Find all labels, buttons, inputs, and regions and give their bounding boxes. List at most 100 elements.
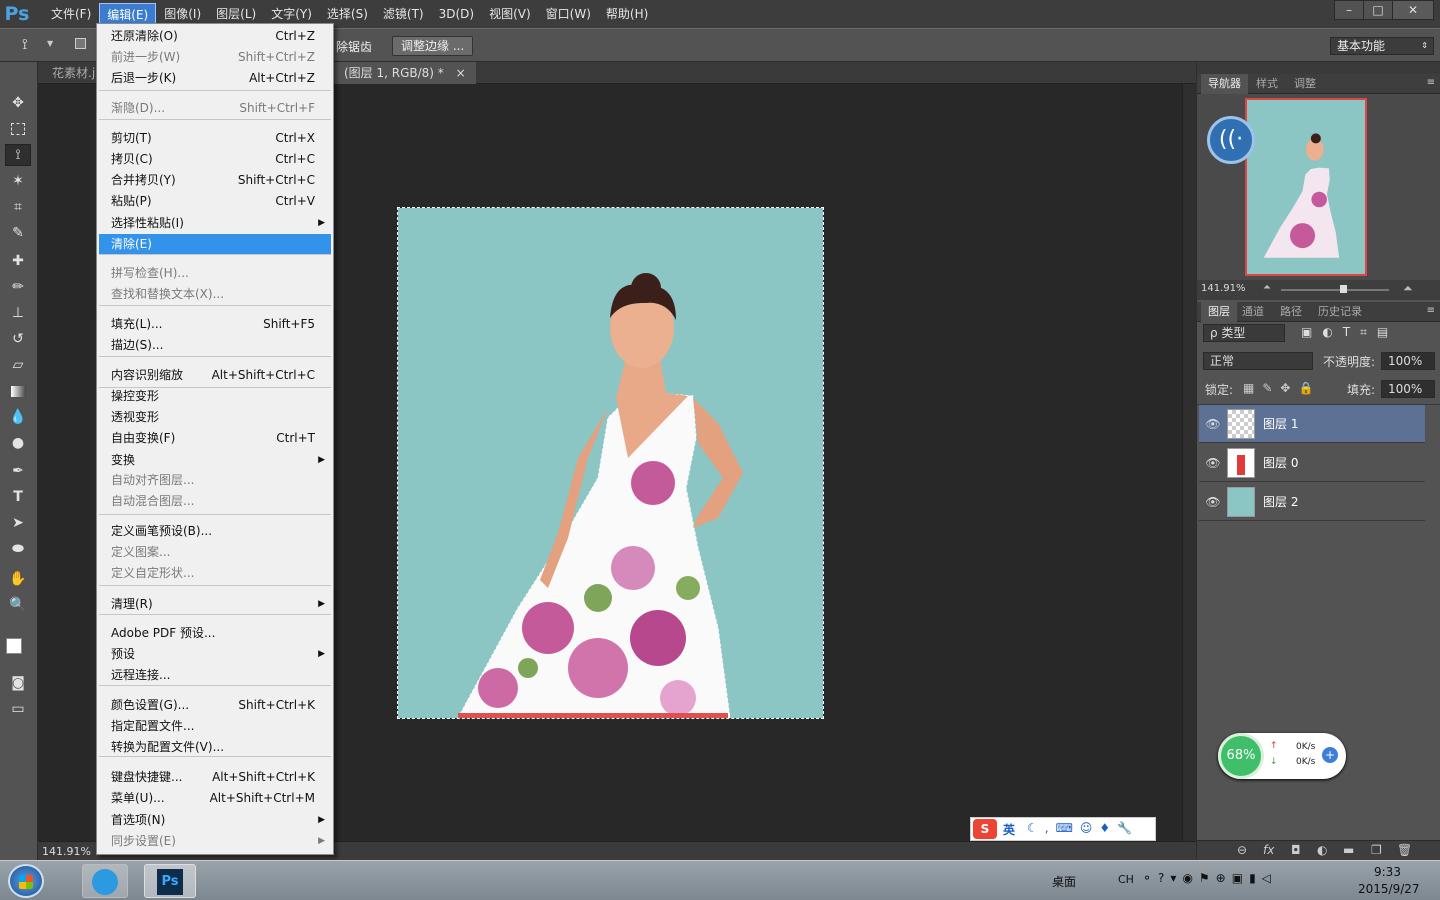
panel-menu-icon[interactable]: ≡: [1427, 77, 1435, 88]
tab-styles[interactable]: 样式: [1249, 74, 1285, 94]
menu-filter[interactable]: 滤镜(T): [376, 3, 431, 25]
clock-time[interactable]: 9:33: [1374, 865, 1401, 879]
filter-icons[interactable]: ▣◐T⌗▤: [1301, 325, 1398, 340]
lasso-preset-icon[interactable]: ⟟: [22, 35, 42, 55]
tab-paths[interactable]: 路径: [1273, 302, 1309, 322]
desktop-toolbar-label[interactable]: 桌面: [1052, 873, 1076, 890]
plus-icon[interactable]: +: [1322, 747, 1338, 763]
ime-tool-icons[interactable]: ☾,⌨☺♦🔧: [1027, 821, 1139, 835]
edit-menu-item[interactable]: 还原清除(O) Ctrl+Z: [99, 26, 331, 46]
zoom-slider-handle[interactable]: [1340, 285, 1347, 293]
edit-menu-item[interactable]: 首选项(N) ▶: [99, 810, 331, 830]
clock-date[interactable]: 2015/9/27: [1358, 882, 1420, 896]
link-icon[interactable]: ⊖: [1237, 843, 1247, 857]
layer-filter-select[interactable]: ρ 类型: [1203, 324, 1285, 342]
edit-menu-item[interactable]: 操控变形: [99, 386, 331, 406]
lasso-tool-icon[interactable]: ⟟: [5, 144, 31, 166]
edit-menu-item[interactable]: 预设 ▶: [99, 644, 331, 664]
marquee-tool-icon[interactable]: [5, 118, 31, 140]
trash-icon[interactable]: 🗑: [1397, 843, 1412, 857]
navigator-preview[interactable]: [1245, 98, 1367, 276]
zoom-level[interactable]: 141.91%: [42, 845, 91, 858]
eyedropper-tool-icon[interactable]: ✎: [5, 222, 31, 244]
edit-menu-item[interactable]: 远程连接...: [99, 665, 331, 685]
layer-name[interactable]: 图层 0: [1263, 454, 1298, 471]
restore-button[interactable]: □: [1363, 0, 1393, 20]
edit-menu-item[interactable]: 拷贝(C) Ctrl+C: [99, 149, 331, 169]
lock-icons[interactable]: ▦✎✥🔒: [1243, 381, 1321, 395]
folder-icon[interactable]: ▬: [1343, 843, 1354, 857]
menu-image[interactable]: 图像(I): [157, 3, 208, 25]
vertical-scrollbar[interactable]: [1182, 84, 1196, 841]
edit-menu-item[interactable]: 选择性粘贴(I) ▶: [99, 213, 331, 233]
edit-menu-item[interactable]: 透视变形: [99, 407, 331, 427]
opacity-input[interactable]: 100%: [1381, 352, 1435, 370]
edit-menu-item[interactable]: 变换 ▶: [99, 450, 331, 470]
edit-menu-item[interactable]: 查找和替换文本(X)...: [99, 284, 331, 304]
visibility-eye-icon[interactable]: 👁: [1199, 456, 1227, 470]
healing-brush-tool-icon[interactable]: ✚: [5, 250, 31, 272]
fx-icon[interactable]: fx: [1263, 843, 1274, 857]
edit-menu-item[interactable]: 同步设置(E) ▶: [99, 831, 331, 851]
edit-menu-item[interactable]: 自动混合图层...: [99, 491, 331, 511]
ellipse-tool-icon[interactable]: ⬬: [5, 538, 31, 560]
edit-menu-item[interactable]: 清除(E): [99, 234, 331, 254]
edit-menu-item[interactable]: 合并拷贝(Y) Shift+Ctrl+C: [99, 170, 331, 190]
screen-mode-icon[interactable]: ▭: [5, 698, 31, 720]
tab-history[interactable]: 历史记录: [1311, 302, 1369, 322]
new-layer-icon[interactable]: ❐: [1371, 843, 1382, 857]
layer-row[interactable]: 👁 图层 2: [1199, 483, 1425, 521]
edit-menu-item[interactable]: 自由变换(F) Ctrl+T: [99, 428, 331, 448]
edit-menu-item[interactable]: 指定配置文件...: [99, 716, 331, 736]
menu-3d[interactable]: 3D(D): [432, 3, 481, 25]
fill-input[interactable]: 100%: [1381, 380, 1435, 398]
edit-menu-item[interactable]: 描边(S)...: [99, 335, 331, 355]
eraser-tool-icon[interactable]: ▱: [5, 354, 31, 376]
layer-row[interactable]: 👁 图层 1: [1199, 405, 1425, 443]
network-monitor-widget[interactable]: 68% ↑ ↓ 0K/s 0K/s +: [1218, 733, 1346, 779]
edit-menu-item[interactable]: 渐隐(D)... Shift+Ctrl+F: [99, 98, 331, 118]
menu-layer[interactable]: 图层(L): [209, 3, 263, 25]
menu-help[interactable]: 帮助(H): [599, 3, 655, 25]
menu-view[interactable]: 视图(V): [482, 3, 538, 25]
quick-mask-icon[interactable]: ◙: [5, 672, 31, 694]
pen-tool-icon[interactable]: ✒: [5, 460, 31, 482]
tab-layers[interactable]: 图层: [1201, 302, 1237, 322]
edit-menu-item[interactable]: 定义画笔预设(B)...: [99, 521, 331, 541]
clone-stamp-tool-icon[interactable]: ⊥: [5, 302, 31, 324]
zoom-tool-icon[interactable]: 🔍: [5, 594, 31, 616]
zoom-slider[interactable]: [1281, 289, 1389, 291]
adjustment-icon[interactable]: ◐: [1317, 843, 1327, 857]
close-tab-icon[interactable]: ×: [456, 66, 466, 80]
doc-tab-flower[interactable]: 花素材.j: [42, 62, 98, 84]
visibility-eye-icon[interactable]: 👁: [1199, 495, 1227, 509]
layers-panel-menu-icon[interactable]: ≡: [1427, 305, 1435, 316]
taskbar-app-photoshop[interactable]: Ps: [144, 864, 196, 898]
layer-name[interactable]: 图层 2: [1263, 493, 1298, 510]
start-button[interactable]: [8, 864, 44, 898]
visibility-eye-icon[interactable]: 👁: [1199, 417, 1227, 431]
tab-adjustments[interactable]: 调整: [1287, 74, 1323, 94]
zoom-out-icon[interactable]: ⏶: [1263, 282, 1271, 293]
history-brush-tool-icon[interactable]: ↺: [5, 328, 31, 350]
edit-menu-item[interactable]: 颜色设置(G)... Shift+Ctrl+K: [99, 695, 331, 715]
doc-tab-active[interactable]: (图层 1, RGB/8) * ×: [334, 62, 476, 84]
new-selection-icon[interactable]: [75, 38, 86, 49]
edit-menu-item[interactable]: 键盘快捷键... Alt+Shift+Ctrl+K: [99, 767, 331, 787]
magic-wand-tool-icon[interactable]: ✶: [5, 170, 31, 192]
gradient-tool-icon[interactable]: [5, 380, 31, 402]
edit-menu-item[interactable]: 后退一步(K) Alt+Ctrl+Z: [99, 68, 331, 88]
close-button[interactable]: ✕: [1392, 0, 1434, 20]
edit-menu-item[interactable]: 定义自定形状...: [99, 563, 331, 583]
language-indicator[interactable]: CH: [1118, 873, 1134, 886]
edit-menu-item[interactable]: 自动对齐图层...: [99, 470, 331, 490]
tray-icons[interactable]: ⚬?▾◉⚑⊕▣▮◁: [1142, 871, 1277, 885]
ime-mode[interactable]: 英: [1003, 821, 1015, 838]
dodge-tool-icon[interactable]: ●: [5, 432, 31, 454]
edit-menu-item[interactable]: 定义图案...: [99, 542, 331, 562]
edit-menu-item[interactable]: 剪切(T) Ctrl+X: [99, 128, 331, 148]
layer-row[interactable]: 👁 图层 0: [1199, 444, 1425, 482]
edit-menu-item[interactable]: 内容识别缩放 Alt+Shift+Ctrl+C: [99, 365, 331, 385]
chevron-down-icon[interactable]: ▼: [47, 39, 53, 48]
menu-type[interactable]: 文字(Y): [264, 3, 319, 25]
